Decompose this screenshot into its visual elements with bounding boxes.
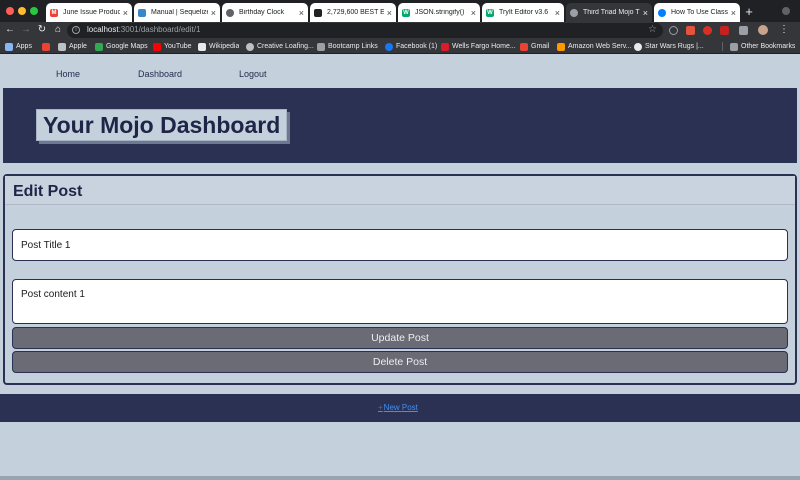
globe-icon: [226, 8, 234, 17]
bookmark-apple[interactable]: Apple: [58, 41, 87, 52]
forward-icon[interactable]: →: [20, 23, 32, 37]
browser-tab[interactable]: Manual | Sequelize ×: [134, 3, 220, 22]
wells-fargo-icon: [441, 42, 449, 51]
globe-icon: [246, 42, 254, 51]
maps-pin-icon: [95, 42, 103, 51]
profile-avatar[interactable]: [758, 25, 768, 35]
youtube-icon: [153, 42, 161, 51]
close-tab-icon[interactable]: ×: [123, 8, 128, 18]
browser-tab[interactable]: How To Use Classe ×: [654, 3, 740, 22]
gmail-icon: [42, 42, 50, 51]
edit-post-card: Edit Post Post content 1 Update Post Del…: [3, 174, 797, 385]
bookmark-gmail-shortcut[interactable]: [42, 41, 53, 52]
bookmark-wikipedia[interactable]: Wikipedia: [198, 41, 239, 52]
extension-icon[interactable]: [686, 26, 695, 35]
extension-icon[interactable]: [720, 26, 729, 35]
site-icon: [314, 8, 322, 17]
bookmark-star-icon[interactable]: ☆: [648, 24, 657, 35]
digitalocean-icon: [658, 8, 666, 17]
bookmark-google-maps[interactable]: Google Maps: [95, 41, 148, 52]
browser-tab[interactable]: W TryIt Editor v3.6 ×: [482, 3, 564, 22]
site-nav: Home Dashboard Logout: [0, 55, 800, 88]
tab-search-icon[interactable]: [782, 7, 790, 15]
new-tab-icon[interactable]: +: [742, 3, 756, 20]
bookmark-gmail[interactable]: Gmail: [520, 41, 549, 52]
w3schools-icon: W: [402, 8, 410, 17]
url-text: localhost:3001/dashboard/edit/1: [87, 25, 201, 34]
post-title-input[interactable]: [12, 229, 788, 261]
bookmark-wells-fargo[interactable]: Wells Fargo Home...: [441, 41, 516, 52]
browser-tab[interactable]: M June Issue Produc ×: [46, 3, 132, 22]
close-tab-icon[interactable]: ×: [731, 8, 736, 18]
browser-tab[interactable]: W JSON.stringify() ×: [398, 3, 480, 22]
bookmark-apps[interactable]: Apps: [5, 41, 32, 52]
close-tab-icon[interactable]: ×: [471, 8, 476, 18]
browser-menu-icon[interactable]: ⋮: [779, 24, 789, 36]
bookmarks-divider: [722, 42, 723, 51]
browser-tab-strip: M June Issue Produc × Manual | Sequelize…: [0, 0, 800, 22]
delete-post-button[interactable]: Delete Post: [12, 351, 788, 373]
back-icon[interactable]: ←: [4, 23, 16, 37]
card-header: Edit Post: [5, 176, 795, 205]
edit-post-heading: Edit Post: [13, 183, 83, 200]
page-title: Your Mojo Dashboard: [36, 109, 288, 141]
nav-home-link[interactable]: Home: [56, 69, 80, 79]
bookmark-bootcamp-links[interactable]: Bootcamp Links: [317, 41, 378, 52]
close-tab-icon[interactable]: ×: [387, 8, 392, 18]
post-content-textarea[interactable]: Post content 1: [12, 279, 788, 324]
minimize-window-icon[interactable]: [18, 7, 26, 15]
browser-tab-active[interactable]: Third Triad Mojo T ×: [566, 3, 652, 22]
browser-toolbar: ← → ↻ ⌂ i localhost:3001/dashboard/edit/…: [0, 22, 800, 39]
page-bottom-strip: [0, 467, 800, 480]
bookmarks-bar: Apps Apple Google Maps YouTube Wikipedia…: [0, 39, 800, 54]
w3schools-icon: W: [486, 8, 494, 17]
close-tab-icon[interactable]: ×: [299, 8, 304, 18]
browser-tab[interactable]: Birthday Clock ×: [222, 3, 308, 22]
bookmark-youtube[interactable]: YouTube: [153, 41, 192, 52]
wikipedia-icon: [198, 42, 206, 51]
maximize-window-icon[interactable]: [30, 7, 38, 15]
bookmark-star-wars-rugs[interactable]: Star Wars Rugs |...: [634, 41, 704, 52]
extension-icon[interactable]: [703, 26, 712, 35]
site-icon: [634, 42, 642, 51]
bookmark-creative-loafing[interactable]: Creative Loafing...: [246, 41, 314, 52]
globe-icon: [570, 8, 578, 17]
home-icon[interactable]: ⌂: [52, 23, 64, 37]
gmail-icon: M: [50, 8, 58, 17]
apple-icon: [58, 42, 66, 51]
site-info-icon[interactable]: i: [72, 26, 80, 34]
bookmark-aws[interactable]: Amazon Web Serv...: [557, 41, 632, 52]
extension-icon[interactable]: [669, 26, 678, 35]
plus-icon: +: [378, 403, 383, 412]
sequelize-icon: [138, 8, 146, 17]
nav-logout-link[interactable]: Logout: [239, 69, 267, 79]
facebook-icon: [385, 42, 393, 51]
close-window-icon[interactable]: [6, 7, 14, 15]
bookmark-other-bookmarks[interactable]: Other Bookmarks: [730, 41, 795, 52]
dashboard-header: Your Mojo Dashboard: [3, 88, 797, 163]
page-content: Home Dashboard Logout Your Mojo Dashboar…: [0, 55, 800, 480]
close-tab-icon[interactable]: ×: [555, 8, 560, 18]
close-tab-icon[interactable]: ×: [643, 8, 648, 18]
folder-icon: [730, 42, 738, 51]
close-tab-icon[interactable]: ×: [211, 8, 216, 18]
browser-tab[interactable]: 2,729,600 BEST E ×: [310, 3, 396, 22]
gmail-icon: [520, 42, 528, 51]
extensions-puzzle-icon[interactable]: [739, 26, 748, 35]
amazon-icon: [557, 42, 565, 51]
bookmark-facebook[interactable]: Facebook (1): [385, 41, 437, 52]
folder-icon: [317, 42, 325, 51]
new-post-link[interactable]: +New Post: [378, 403, 418, 412]
update-post-button[interactable]: Update Post: [12, 327, 788, 349]
nav-dashboard-link[interactable]: Dashboard: [138, 69, 182, 79]
apps-grid-icon: [5, 42, 13, 51]
address-bar[interactable]: i localhost:3001/dashboard/edit/1 ☆: [67, 23, 663, 38]
reload-icon[interactable]: ↻: [36, 23, 48, 37]
footer-bar: +New Post: [0, 394, 800, 422]
